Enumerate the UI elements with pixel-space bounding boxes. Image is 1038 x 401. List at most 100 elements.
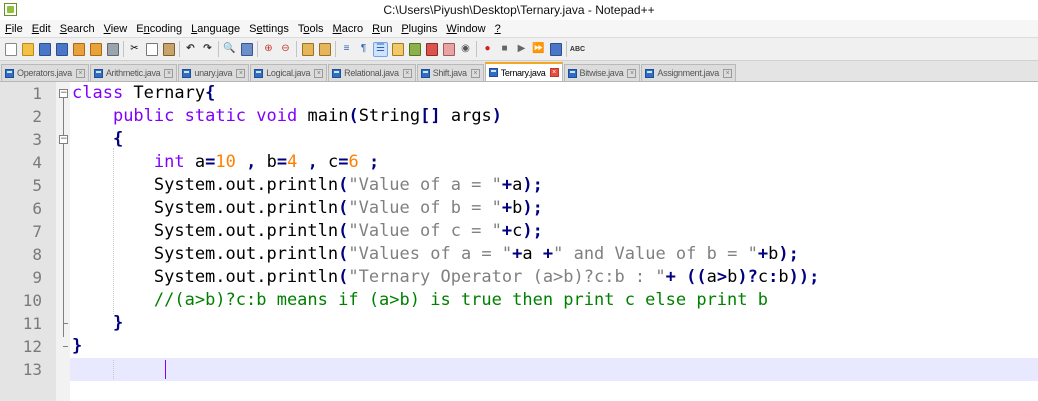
copy-icon[interactable] — [144, 42, 159, 57]
menu-item-Language[interactable]: Language — [186, 23, 244, 35]
fold-end-tick — [63, 323, 68, 324]
indent-guide-icon[interactable]: ☰ — [373, 41, 388, 57]
word-wrap-icon[interactable]: ≡ — [339, 42, 354, 57]
save-all-icon[interactable] — [54, 42, 69, 57]
menu-item-?[interactable]: ? — [490, 23, 505, 35]
show-all-characters-icon[interactable]: ¶ — [356, 42, 371, 57]
replace-icon[interactable] — [239, 42, 254, 57]
menu-item-Settings[interactable]: Settings — [244, 23, 293, 35]
text-caret — [165, 360, 166, 379]
title-bar: C:\Users\Piyush\Desktop\Ternary.java - N… — [0, 0, 1038, 21]
document-map-icon[interactable] — [407, 42, 422, 57]
tab-label: Bitwise.java — [579, 68, 624, 78]
menu-item-Tools[interactable]: Tools — [293, 23, 328, 35]
folder-as-workspace-icon[interactable] — [441, 42, 456, 57]
monitoring-icon[interactable]: ◉ — [458, 42, 473, 57]
close-tab-icon[interactable]: × — [627, 68, 637, 78]
menu-item-rest: anguage — [197, 22, 241, 35]
line-number: 12 — [22, 337, 42, 356]
code-line[interactable]: 4 int a=10 , b=4 , c=6 ; — [0, 151, 1038, 174]
function-list-icon[interactable] — [424, 42, 439, 57]
sync-horizontal-icon[interactable] — [317, 42, 332, 57]
run-macro-multiple-icon[interactable]: ⏩ — [531, 42, 546, 57]
line-number: 2 — [32, 107, 42, 126]
close-tab-icon[interactable]: × — [75, 68, 85, 78]
menu-item-Edit[interactable]: Edit — [27, 23, 55, 35]
menu-item-Run[interactable]: Run — [367, 23, 396, 35]
tab-bar: Operators.java × Arithmetic.java × unary.jav… — [0, 61, 1038, 82]
spell-check-icon[interactable]: ABC — [570, 42, 585, 57]
print-icon[interactable] — [105, 42, 120, 57]
close-tab-icon[interactable]: × — [722, 68, 732, 78]
undo-icon[interactable]: ↶ — [183, 42, 198, 57]
close-tab-icon[interactable]: × — [314, 68, 324, 78]
tab-shift-java[interactable]: Shift.java × — [416, 64, 484, 81]
stop-recording-icon[interactable]: ■ — [497, 42, 512, 57]
close-all-icon[interactable] — [88, 42, 103, 57]
tab-label: Operators.java — [17, 68, 72, 78]
fold-end-tick — [63, 346, 68, 347]
code-editor[interactable]: 1 class Ternary{2 public static void main… — [0, 82, 1038, 401]
close-tab-icon[interactable]: × — [402, 68, 412, 78]
menu-item-accelerator: V — [103, 22, 111, 35]
toolbar-separator — [257, 41, 258, 57]
menu-item-accelerator: E — [31, 22, 40, 35]
tab-unary-java[interactable]: unary.java × — [178, 64, 250, 81]
menu-item-rest: ols — [309, 22, 324, 35]
code-line[interactable]: 13 — [0, 358, 1038, 381]
code-line[interactable]: 5 System.out.println("Value of a = "+a); — [0, 174, 1038, 197]
tab-label: Ternary.java — [500, 67, 546, 78]
save-icon[interactable] — [37, 42, 52, 57]
code-text: } — [72, 336, 83, 356]
record-macro-icon[interactable]: ● — [480, 42, 495, 57]
close-tab-icon[interactable]: × — [549, 68, 559, 77]
code-line[interactable]: 9 System.out.println("Ternary Operator (… — [0, 266, 1038, 289]
close-tab-icon[interactable]: × — [470, 68, 480, 78]
code-line[interactable]: 10 //(a>b)?c:b means if (a>b) is true th… — [0, 289, 1038, 312]
code-line[interactable]: 2 public static void main(String[] args) — [0, 105, 1038, 128]
save-macro-icon[interactable] — [548, 42, 563, 57]
menu-item-Encoding[interactable]: Encoding — [131, 23, 186, 35]
user-defined-language-icon[interactable] — [390, 42, 405, 57]
sync-vertical-icon[interactable] — [300, 42, 315, 57]
tab-arithmetic-java[interactable]: Arithmetic.java × — [89, 64, 178, 81]
find-icon[interactable]: 🔍 — [222, 42, 237, 57]
fold-toggle-box[interactable]: − — [59, 135, 68, 144]
tab-label: unary.java — [194, 68, 233, 78]
code-text: { — [112, 129, 124, 149]
tab-logical-java[interactable]: Logical.java × — [250, 64, 328, 81]
code-line[interactable]: 6 System.out.println("Value of b = "+b); — [0, 197, 1038, 220]
close-file-icon[interactable] — [71, 42, 86, 57]
close-tab-icon[interactable]: × — [236, 68, 246, 78]
fold-toggle-box[interactable]: − — [59, 89, 68, 98]
code-line[interactable]: 1 class Ternary{ — [0, 82, 1038, 105]
tab-operators-java[interactable]: Operators.java × — [1, 64, 89, 81]
tab-bitwise-java[interactable]: Bitwise.java × — [563, 64, 641, 81]
tab-ternary-java[interactable]: Ternary.java × — [484, 62, 563, 81]
open-file-icon[interactable] — [20, 42, 35, 57]
toolbar-separator — [179, 41, 180, 57]
menu-item-File[interactable]: File — [0, 23, 27, 35]
zoom-in-icon[interactable]: ⊕ — [261, 42, 276, 57]
zoom-out-icon[interactable]: ⊖ — [278, 42, 293, 57]
playback-macro-icon[interactable]: ▶ — [514, 42, 529, 57]
paste-icon[interactable] — [161, 42, 176, 57]
line-number: 6 — [32, 199, 42, 218]
menu-item-View[interactable]: View — [99, 23, 132, 35]
tab-relational-java[interactable]: Relational.java × — [328, 64, 416, 81]
redo-icon[interactable]: ↷ — [200, 42, 215, 57]
code-line[interactable]: 3 { — [0, 128, 1038, 151]
close-tab-icon[interactable]: × — [164, 68, 174, 78]
cut-icon[interactable]: ✂ — [127, 42, 142, 57]
new-file-icon[interactable] — [3, 42, 18, 57]
menu-item-Search[interactable]: Search — [55, 23, 99, 35]
code-line[interactable]: 7 System.out.println("Value of c = "+c); — [0, 220, 1038, 243]
menu-item-Plugins[interactable]: Plugins — [396, 23, 441, 35]
code-line[interactable]: 8 System.out.println("Values of a = "+a … — [0, 243, 1038, 266]
tab-assignment-java[interactable]: Assignment.java × — [641, 64, 736, 81]
menu-item-Macro[interactable]: Macro — [328, 23, 368, 35]
menu-item-rest: lugins — [408, 22, 438, 35]
code-line[interactable]: 11 } — [0, 312, 1038, 335]
menu-item-Window[interactable]: Window — [441, 23, 489, 35]
code-line[interactable]: 12} — [0, 335, 1038, 358]
